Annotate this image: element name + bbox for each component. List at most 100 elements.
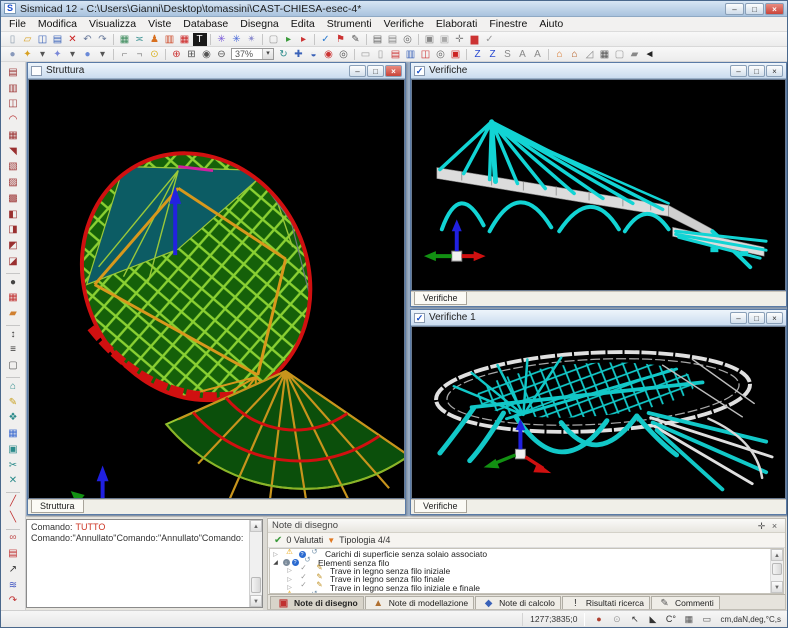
pointer-icon[interactable]: ◣ [646, 613, 660, 626]
zoom-extents-icon[interactable]: ◉ [200, 48, 214, 61]
plate-icon[interactable]: ▧ [5, 160, 21, 175]
frame-a2-icon[interactable]: A [531, 48, 545, 61]
pan-icon[interactable]: ✚ [292, 48, 306, 61]
pencil-icon[interactable]: ✎ [349, 33, 363, 46]
verifiche1-titlebar[interactable]: ✓ Verifiche 1 – □ × [411, 310, 786, 326]
expander-icon[interactable]: ▷ [272, 551, 279, 558]
tab-note-di-disegno[interactable]: ▣ Note di disegno [270, 596, 364, 609]
mesh-red-icon[interactable]: ▦ [5, 291, 21, 306]
sphere-icon[interactable]: ● [5, 276, 21, 291]
flag-icon[interactable]: ⚑ [334, 33, 348, 46]
typology-filter[interactable]: Tipologia 4/4 [339, 535, 390, 545]
menu-elaborati[interactable]: Elaborati [430, 18, 483, 30]
menu-file[interactable]: File [3, 18, 32, 30]
chevron-down-icon[interactable]: ▾ [262, 49, 273, 59]
close-button[interactable]: × [385, 65, 402, 77]
minimize-button[interactable]: – [349, 65, 366, 77]
command-console[interactable]: Comando:TUTTO Comando:"Annullato"Comando… [26, 519, 263, 608]
dropdown-arrow-icon[interactable]: ▾ [66, 48, 80, 61]
dropdown-arrow-icon[interactable]: ▾ [36, 48, 50, 61]
find-icon[interactable]: ◎ [337, 48, 351, 61]
filter-funnel-icon[interactable]: ▼ [327, 536, 335, 545]
verifiche-3d-viewport[interactable] [411, 79, 786, 291]
slash-check2-icon[interactable]: ╲ [5, 511, 21, 526]
zoom-out-icon[interactable]: ⊖ [215, 48, 229, 61]
text-box-icon[interactable]: ▢ [5, 359, 21, 374]
tab-commenti[interactable]: ✎ Commenti [651, 596, 720, 609]
house-icon[interactable]: ⌂ [5, 380, 21, 395]
delete-icon[interactable]: ✕ [66, 33, 80, 46]
run-green-icon[interactable]: ▸ [282, 33, 296, 46]
blank-box-icon[interactable]: ▢ [267, 33, 281, 46]
check-gray-icon[interactable]: ✓ [483, 33, 497, 46]
star-filter-icon[interactable]: ✦ [21, 48, 35, 61]
new-file-icon[interactable]: ▯ [6, 33, 20, 46]
scroll-thumb[interactable] [251, 577, 261, 593]
cut-icon[interactable]: ✂ [5, 459, 21, 474]
hide-icon[interactable]: ◉ [322, 48, 336, 61]
expander-icon[interactable]: ▷ [286, 567, 293, 574]
menu-visualizza[interactable]: Visualizza [83, 18, 142, 30]
record-icon[interactable]: ▣ [449, 48, 463, 61]
redo-icon[interactable]: ↷ [96, 33, 110, 46]
menu-verifiche[interactable]: Verifiche [378, 18, 430, 30]
close-icon[interactable]: × [768, 520, 781, 532]
maximize-button[interactable]: □ [367, 65, 384, 77]
app-maximize-button[interactable]: □ [745, 3, 764, 15]
osnap-icon[interactable]: ● [592, 613, 606, 626]
joint-icon[interactable]: ◩ [5, 239, 21, 254]
command-scrollbar[interactable]: ▲ ▼ [249, 520, 262, 607]
zoom-window-icon[interactable]: ⊞ [185, 48, 199, 61]
notes-scrollbar[interactable]: ▲ ▼ [770, 549, 783, 593]
steel-s-icon[interactable]: S [501, 48, 515, 61]
copy-icon[interactable]: ▣ [423, 33, 437, 46]
undo-icon[interactable]: ↶ [81, 33, 95, 46]
menu-finestre[interactable]: Finestre [483, 18, 533, 30]
verifiche1-view-tab[interactable]: Verifiche [414, 500, 467, 513]
tools-icon[interactable]: ✛ [453, 33, 467, 46]
tab-note-di-modellazione[interactable]: ▲ Note di modellazione [365, 596, 474, 609]
maximize-button[interactable]: □ [748, 312, 765, 324]
close-button[interactable]: × [766, 312, 783, 324]
expander-icon[interactable]: ▷ [286, 576, 293, 583]
roof-icon[interactable]: ◠ [5, 113, 21, 128]
open-file-icon[interactable]: ▱ [21, 33, 35, 46]
struttura-titlebar[interactable]: Struttura – □ × [28, 63, 405, 79]
snowflake-blue-icon[interactable]: ✳ [215, 33, 229, 46]
struttura-view-tab[interactable]: Struttura [31, 500, 84, 513]
cursor-select-icon[interactable]: ↖ [628, 613, 642, 626]
orbit-icon[interactable]: ↻ [277, 48, 291, 61]
erase-icon[interactable]: ✕ [5, 474, 21, 489]
comment-icon[interactable]: ▭ [700, 613, 714, 626]
shell-icon[interactable]: ◨ [5, 223, 21, 238]
sphere-options-icon[interactable]: ● [81, 48, 95, 61]
save-file-icon[interactable]: ◫ [36, 33, 50, 46]
notes-tree[interactable]: ▷ ⚠?↺ Carichi di superficie senza solaio… [269, 548, 784, 594]
struttura-3d-viewport[interactable] [28, 79, 405, 499]
roof-house-icon[interactable]: ⌂ [553, 48, 567, 61]
snowflake-purple-icon[interactable]: ✳ [230, 33, 244, 46]
scroll-up-icon[interactable]: ▲ [771, 549, 783, 561]
shade-mode-icon[interactable]: ◒ [307, 48, 321, 61]
expander-icon[interactable]: ◢ [272, 593, 279, 594]
scroll-up-icon[interactable]: ▲ [250, 520, 262, 532]
tree-item[interactable]: ◢ ⚠?↺ Gruppo di elementi molto vicini [272, 592, 769, 594]
save-red-icon[interactable]: ▤ [5, 547, 21, 562]
render-sphere-icon[interactable]: ● [6, 48, 20, 61]
scroll-thumb[interactable] [772, 563, 782, 575]
menu-disegna[interactable]: Disegna [234, 18, 285, 30]
verifiche1-3d-viewport[interactable] [411, 326, 786, 499]
binoculars-icon[interactable]: ◎ [401, 33, 415, 46]
app-titlebar[interactable]: S Sismicad 12 - C:\Users\Gianni\Desktop\… [1, 1, 787, 17]
truss-icon[interactable]: ◥ [5, 145, 21, 160]
level-icon[interactable]: ≍ [133, 33, 147, 46]
brace-icon[interactable]: ▩ [5, 192, 21, 207]
slab-icon[interactable]: ▦ [5, 129, 21, 144]
menu-edita[interactable]: Edita [285, 18, 321, 30]
layers-icon[interactable]: ≋ [5, 579, 21, 594]
close-button[interactable]: × [766, 65, 783, 77]
menu-aiuto[interactable]: Aiuto [533, 18, 569, 30]
lasso-icon[interactable]: ∞ [5, 531, 21, 546]
preview-window-icon[interactable]: ◎ [434, 48, 448, 61]
frame-icon[interactable]: ◧ [5, 208, 21, 223]
